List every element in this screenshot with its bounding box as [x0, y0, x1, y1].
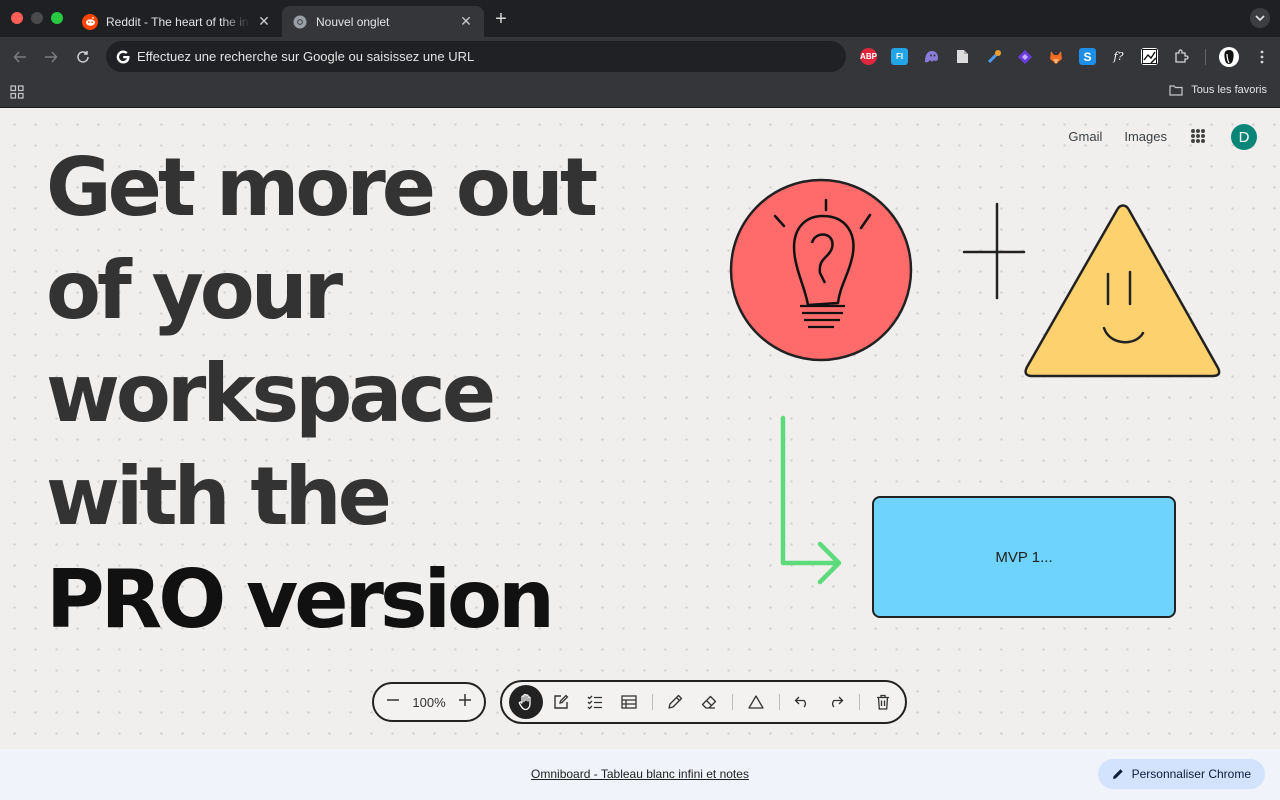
toolbar-divider	[732, 694, 733, 710]
window-zoom-button[interactable]	[51, 12, 63, 24]
all-bookmarks-label: Tous les favoris	[1191, 84, 1267, 96]
tab-title: Reddit - The heart of the internet	[106, 14, 250, 29]
omnibox[interactable]	[106, 41, 846, 72]
undo-button[interactable]	[789, 689, 815, 715]
fl-extension-icon[interactable]: FI	[891, 48, 908, 65]
arrow-left-icon	[13, 51, 26, 63]
redo-icon	[832, 696, 844, 708]
all-bookmarks-button[interactable]: Tous les favoris	[1169, 84, 1267, 96]
zoom-level: 100%	[412, 694, 446, 710]
arrow-right-icon	[45, 51, 58, 63]
mvp-note-box[interactable]: MVP 1...	[872, 496, 1176, 618]
zoom-control: 100%	[372, 682, 486, 722]
arrow-connector[interactable]	[780, 415, 842, 585]
forward-button[interactable]	[41, 47, 61, 67]
reddit-icon	[82, 13, 98, 30]
window-minimize-button[interactable]	[31, 12, 43, 24]
google-g-icon	[114, 48, 132, 66]
minus-icon	[387, 698, 399, 701]
tab-title: Nouvel onglet	[316, 14, 390, 29]
tab-strip: Reddit - The heart of the internet ✕ Nou…	[0, 0, 1280, 37]
chrome-icon	[292, 14, 308, 30]
toolbar-divider	[779, 694, 780, 710]
trash-icon	[877, 694, 889, 710]
adblock-plus-icon[interactable]: ABP	[860, 48, 877, 65]
extension-attribution-link[interactable]: Omniboard - Tableau blanc infini et note…	[531, 767, 749, 781]
window-close-button[interactable]	[11, 12, 23, 24]
bookmarks-bar: Tous les favoris	[0, 77, 1280, 108]
dropper-extension-icon[interactable]	[985, 48, 1002, 65]
delete-button[interactable]	[870, 689, 896, 715]
close-tab-icon[interactable]: ✕	[256, 13, 272, 30]
whiteboard-toolbar	[500, 680, 907, 724]
document-extension-icon[interactable]	[954, 48, 971, 65]
table-tool-button[interactable]	[616, 689, 642, 715]
zoom-in-button[interactable]	[458, 693, 472, 712]
ntp-footer: Omniboard - Tableau blanc infini et note…	[0, 749, 1280, 800]
checklist-tool-button[interactable]	[582, 689, 608, 715]
menu-kebab-icon[interactable]	[1253, 48, 1270, 65]
tab-reddit[interactable]: Reddit - The heart of the internet ✕	[72, 6, 282, 37]
plus-icon	[459, 693, 471, 706]
chevron-down-icon	[1255, 15, 1265, 21]
new-tab-page: Gmail Images D Get more out of your work…	[0, 108, 1280, 749]
reload-icon	[77, 51, 89, 63]
reload-button[interactable]	[73, 47, 93, 67]
eraser-tool-button[interactable]	[696, 689, 722, 715]
triangle-icon	[748, 695, 764, 709]
pencil-icon	[668, 694, 683, 709]
puzzle-extensions-icon[interactable]	[1173, 48, 1190, 65]
table-icon	[621, 695, 637, 709]
hand-tool-button[interactable]	[509, 685, 543, 719]
ghost-extension-icon[interactable]	[922, 48, 939, 65]
new-tab-button[interactable]: +	[490, 9, 512, 31]
folder-icon	[1169, 85, 1183, 96]
diamond-extension-icon[interactable]	[1016, 48, 1033, 65]
back-button[interactable]	[10, 47, 30, 67]
tab-new-tab[interactable]: Nouvel onglet ✕	[282, 6, 484, 37]
pencil-tool-button[interactable]	[662, 689, 688, 715]
customize-chrome-label: Personnaliser Chrome	[1131, 767, 1251, 781]
close-tab-icon[interactable]: ✕	[458, 13, 474, 30]
note-tool-button[interactable]	[548, 689, 574, 715]
chart-extension-icon[interactable]	[1141, 48, 1158, 65]
s-extension-icon[interactable]: S	[1079, 48, 1096, 65]
triangle-sticker[interactable]	[1024, 204, 1221, 378]
undo-icon	[794, 696, 806, 708]
shape-tool-button[interactable]	[743, 689, 769, 715]
customize-chrome-button[interactable]: Personnaliser Chrome	[1097, 759, 1265, 789]
toolbar-separator	[1205, 49, 1206, 65]
plus-sticker[interactable]	[962, 202, 1026, 300]
zoom-out-button[interactable]	[386, 693, 400, 712]
lightbulb-sticker[interactable]	[729, 178, 913, 362]
whiteboard-drawing	[729, 178, 1221, 585]
toolbar-divider	[859, 694, 860, 710]
fox-extension-icon[interactable]	[1047, 48, 1064, 65]
edit-note-icon	[554, 694, 569, 709]
eraser-icon	[701, 695, 717, 709]
fx-extension-icon[interactable]: f?	[1110, 48, 1127, 65]
redo-button[interactable]	[823, 689, 849, 715]
omnibox-input[interactable]	[137, 49, 846, 64]
mvp-note-label: MVP 1...	[995, 548, 1053, 566]
hand-icon	[518, 693, 531, 711]
profile-avatar-icon[interactable]	[1219, 47, 1239, 67]
browser-toolbar: ABP FI S f?	[0, 37, 1280, 77]
tab-search-button[interactable]	[1250, 8, 1270, 28]
toolbar-divider	[652, 694, 653, 710]
checklist-icon	[587, 695, 602, 710]
apps-shortcut-icon[interactable]	[10, 85, 24, 104]
pencil-icon	[1112, 769, 1123, 779]
